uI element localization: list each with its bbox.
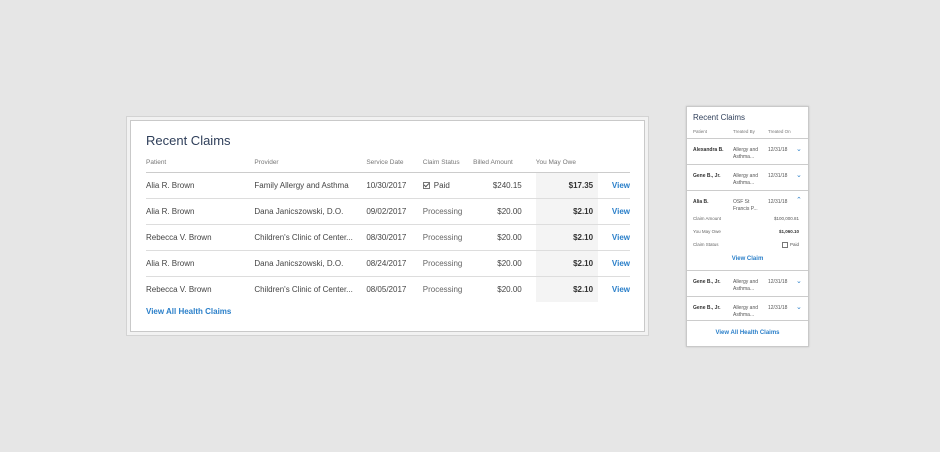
- cell-owe: $2.10: [535, 198, 599, 225]
- cell-billed: $20.00: [473, 224, 536, 251]
- col-service-date: Service Date: [366, 159, 423, 173]
- mobile-col-patient: Patient: [693, 129, 708, 134]
- table-row: Alia R. Brown Family Allergy and Asthma …: [146, 172, 630, 199]
- cell-date: 09/02/2017: [366, 198, 423, 225]
- mobile-treated-on: 12/31/18: [768, 147, 788, 153]
- cell-owe: $2.10: [535, 224, 599, 251]
- you-may-owe-row: You May Owe $1,060.10: [693, 229, 799, 234]
- mobile-view-all-health-claims-link[interactable]: View All Health Claims: [687, 330, 808, 336]
- view-claim-link[interactable]: View Claim: [687, 256, 808, 262]
- table-row: Rebecca V. Brown Children's Clinic of Ce…: [146, 276, 630, 303]
- col-action: [598, 159, 630, 173]
- cell-billed: $20.00: [497, 285, 522, 294]
- mobile-treated-on: 12/31/18: [768, 199, 788, 205]
- view-link[interactable]: View: [598, 224, 630, 251]
- mobile-patient: Alexandra B.: [693, 147, 724, 153]
- claims-table: Patient Provider Service Date Claim Stat…: [146, 159, 630, 302]
- cell-patient: Rebecca V. Brown: [146, 224, 255, 251]
- cell-provider: Dana Janicszowski, D.O.: [254, 198, 367, 225]
- view-link[interactable]: View: [598, 250, 630, 277]
- cell-owe: $2.10: [535, 250, 599, 277]
- you-may-owe-value: $1,060.10: [778, 229, 799, 234]
- mobile-treated-on: 12/31/18: [768, 173, 788, 179]
- col-patient: Patient: [146, 159, 255, 173]
- col-you-may-owe: You May Owe: [535, 159, 599, 173]
- cell-status: Paid: [422, 172, 474, 199]
- claim-amount-row: Claim Amount $100,000.81: [693, 216, 799, 221]
- mobile-patient: Gene B., Jr.: [693, 305, 721, 311]
- claim-amount-value: $100,000.81: [773, 216, 799, 221]
- checkbox-check-icon: [781, 242, 788, 248]
- cell-patient: Alia R. Brown: [146, 172, 255, 199]
- col-claim-status: Claim Status: [422, 159, 474, 173]
- cell-provider: Dana Janicszowski, D.O.: [254, 250, 367, 277]
- chevron-down-icon[interactable]: ⌄: [796, 277, 802, 285]
- cell-provider: Family Allergy and Asthma: [254, 172, 367, 199]
- recent-claims-mobile-card: Recent Claims Patient Treated By Treated…: [686, 106, 809, 347]
- col-billed-amount: Billed Amount: [473, 159, 536, 173]
- mobile-patient: Gene B., Jr.: [693, 173, 721, 179]
- cell-date: 08/30/2017: [366, 224, 423, 251]
- cell-provider: Children's Clinic of Center...: [254, 285, 353, 295]
- mobile-col-treated-on: Treated On: [768, 129, 791, 134]
- cell-patient: Alia R. Brown: [146, 250, 255, 277]
- cell-patient: Rebecca V. Brown: [146, 285, 212, 294]
- mobile-claim-row[interactable]: Gene B., Jr. Allergy and Asthma... 12/31…: [687, 296, 808, 320]
- chevron-down-icon[interactable]: ⌄: [796, 303, 802, 311]
- mobile-treated-by: Allergy and Asthma...: [733, 173, 759, 186]
- cell-billed: $20.00: [473, 250, 536, 277]
- mobile-treated-by: Allergy and Asthma...: [733, 305, 759, 318]
- mobile-treated-by: Allergy and Asthma...: [733, 279, 759, 292]
- recent-claims-desktop-card: Recent Claims Patient Provider Service D…: [130, 120, 645, 332]
- chevron-down-icon[interactable]: ⌄: [796, 171, 802, 179]
- table-header-row: Patient Provider Service Date Claim Stat…: [146, 159, 630, 173]
- chevron-down-icon[interactable]: ⌄: [796, 145, 802, 153]
- mobile-treated-on: 12/31/18: [768, 279, 788, 285]
- mobile-col-treated-by: Treated By: [733, 129, 755, 134]
- cell-provider: Children's Clinic of Center...: [254, 224, 367, 251]
- mobile-card-title: Recent Claims: [693, 113, 746, 122]
- cell-billed: $20.00: [473, 198, 536, 225]
- table-row: Rebecca V. Brown Children's Clinic of Ce…: [146, 224, 630, 251]
- cell-owe: $17.35: [535, 172, 599, 199]
- mobile-claim-row[interactable]: Gene B., Jr. Allergy and Asthma... 12/31…: [687, 164, 808, 190]
- cell-billed: $240.15: [473, 172, 536, 199]
- cell-patient: Alia R. Brown: [146, 198, 255, 225]
- cell-status: Processing: [422, 198, 474, 225]
- cell-status: Processing: [422, 285, 463, 294]
- cell-date: 08/24/2017: [366, 250, 423, 277]
- checkbox-check-icon: [422, 182, 430, 190]
- table-row: Alia R. Brown Dana Janicszowski, D.O. 08…: [146, 250, 630, 277]
- table-row: Alia R. Brown Dana Janicszowski, D.O. 09…: [146, 198, 630, 225]
- view-link[interactable]: View: [598, 198, 630, 225]
- claim-status-value: Paid: [781, 242, 799, 248]
- view-link[interactable]: View: [598, 277, 630, 303]
- mobile-claim-row[interactable]: Gene B., Jr. Allergy and Asthma... 12/31…: [687, 270, 808, 296]
- cell-status: Processing: [422, 250, 474, 277]
- mobile-patient: Alia B.: [693, 199, 709, 205]
- col-provider: Provider: [254, 159, 367, 173]
- mobile-patient: Gene B., Jr.: [693, 279, 721, 285]
- cell-date: 08/05/2017: [366, 285, 407, 294]
- mobile-treated-by: OSF St Francis P...: [733, 199, 758, 212]
- view-all-health-claims-link[interactable]: View All Health Claims: [146, 307, 231, 316]
- cell-status: Processing: [422, 224, 474, 251]
- view-link[interactable]: View: [598, 172, 630, 199]
- mobile-treated-by: Allergy and Asthma...: [733, 147, 759, 160]
- cell-owe: $2.10: [535, 276, 599, 302]
- divider: [687, 320, 808, 321]
- cell-date: 10/30/2017: [366, 172, 423, 199]
- chevron-up-icon[interactable]: ⌃: [796, 196, 802, 204]
- card-title: Recent Claims: [146, 133, 231, 148]
- mobile-treated-on: 12/31/18: [768, 305, 788, 311]
- mobile-claim-row[interactable]: Alexandra B. Allergy and Asthma... 12/31…: [687, 138, 808, 164]
- claim-status-row: Claim Status Paid: [693, 242, 799, 248]
